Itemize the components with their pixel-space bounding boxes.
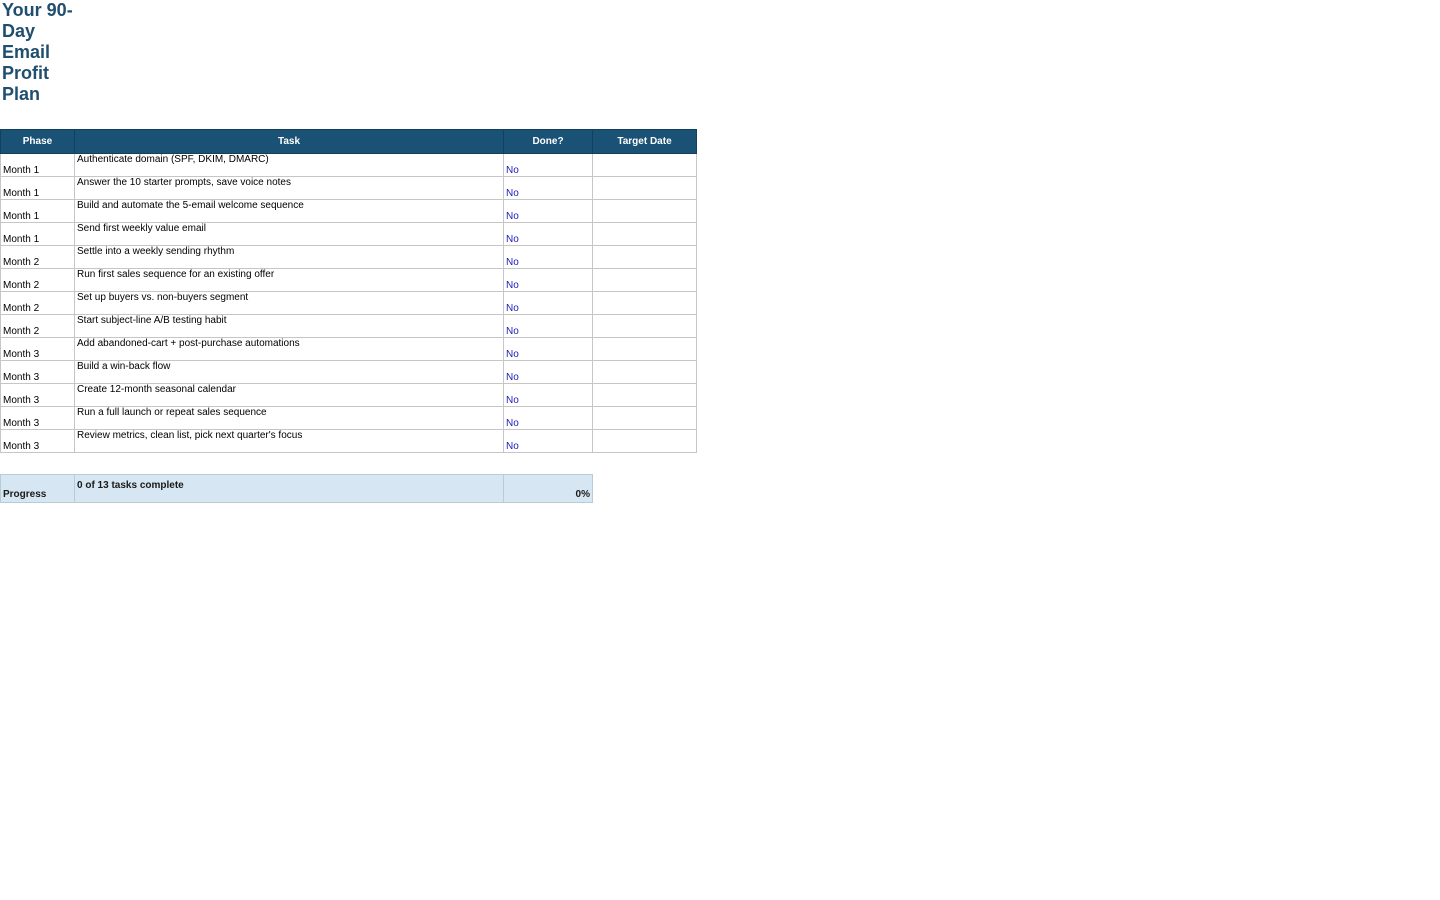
progress-summary: Progress 0 of 13 tasks complete 0% xyxy=(0,474,593,503)
target-date-cell[interactable] xyxy=(592,360,697,384)
phase-cell[interactable]: Month 1 xyxy=(0,222,75,246)
table-row: Month 3 Add abandoned-cart + post-purcha… xyxy=(0,337,697,361)
column-header-done[interactable]: Done? xyxy=(503,129,593,154)
target-date-cell[interactable] xyxy=(592,199,697,223)
table-row: Month 3 Review metrics, clean list, pick… xyxy=(0,429,697,453)
target-date-cell[interactable] xyxy=(592,383,697,407)
table-row: Month 2 Set up buyers vs. non-buyers seg… xyxy=(0,291,697,315)
phase-cell[interactable]: Month 2 xyxy=(0,268,75,292)
task-cell[interactable]: Authenticate domain (SPF, DKIM, DMARC) xyxy=(74,153,504,177)
done-cell[interactable]: No xyxy=(503,429,593,453)
task-cell[interactable]: Send first weekly value email xyxy=(74,222,504,246)
done-cell[interactable]: No xyxy=(503,360,593,384)
task-cell[interactable]: Create 12-month seasonal calendar xyxy=(74,383,504,407)
spreadsheet: Your 90-Day Email Profit Plan Phase Task… xyxy=(0,0,1440,900)
phase-cell[interactable]: Month 3 xyxy=(0,429,75,453)
task-cell[interactable]: Answer the 10 starter prompts, save voic… xyxy=(74,176,504,200)
target-date-cell[interactable] xyxy=(592,268,697,292)
phase-cell[interactable]: Month 1 xyxy=(0,153,75,177)
target-date-cell[interactable] xyxy=(592,406,697,430)
task-cell[interactable]: Settle into a weekly sending rhythm xyxy=(74,245,504,269)
progress-row: Progress 0 of 13 tasks complete 0% xyxy=(0,474,593,503)
done-cell[interactable]: No xyxy=(503,383,593,407)
task-cell[interactable]: Add abandoned-cart + post-purchase autom… xyxy=(74,337,504,361)
table-row: Month 1 Authenticate domain (SPF, DKIM, … xyxy=(0,153,697,177)
target-date-cell[interactable] xyxy=(592,429,697,453)
done-cell[interactable]: No xyxy=(503,314,593,338)
done-cell[interactable]: No xyxy=(503,153,593,177)
table-row: Month 1 Send first weekly value email No xyxy=(0,222,697,246)
table-row: Month 1 Answer the 10 starter prompts, s… xyxy=(0,176,697,200)
progress-summary-text[interactable]: 0 of 13 tasks complete xyxy=(74,474,504,503)
task-cell[interactable]: Start subject-line A/B testing habit xyxy=(74,314,504,338)
done-cell[interactable]: No xyxy=(503,176,593,200)
page-title[interactable]: Your 90-Day Email Profit Plan xyxy=(2,0,78,105)
task-cell[interactable]: Review metrics, clean list, pick next qu… xyxy=(74,429,504,453)
target-date-cell[interactable] xyxy=(592,153,697,177)
target-date-cell[interactable] xyxy=(592,314,697,338)
phase-cell[interactable]: Month 3 xyxy=(0,383,75,407)
done-cell[interactable]: No xyxy=(503,199,593,223)
phase-cell[interactable]: Month 2 xyxy=(0,245,75,269)
table-row: Month 2 Start subject-line A/B testing h… xyxy=(0,314,697,338)
task-table: Phase Task Done? Target Date Month 1 Aut… xyxy=(0,129,697,453)
column-header-task[interactable]: Task xyxy=(74,129,504,154)
table-row: Month 2 Run first sales sequence for an … xyxy=(0,268,697,292)
column-header-target-date[interactable]: Target Date xyxy=(592,129,697,154)
table-row: Month 3 Run a full launch or repeat sale… xyxy=(0,406,697,430)
target-date-cell[interactable] xyxy=(592,245,697,269)
phase-cell[interactable]: Month 1 xyxy=(0,199,75,223)
task-cell[interactable]: Build a win-back flow xyxy=(74,360,504,384)
done-cell[interactable]: No xyxy=(503,222,593,246)
target-date-cell[interactable] xyxy=(592,337,697,361)
done-cell[interactable]: No xyxy=(503,245,593,269)
progress-label[interactable]: Progress xyxy=(0,474,75,503)
task-cell[interactable]: Set up buyers vs. non-buyers segment xyxy=(74,291,504,315)
target-date-cell[interactable] xyxy=(592,176,697,200)
header-row: Phase Task Done? Target Date xyxy=(0,129,697,154)
progress-percent[interactable]: 0% xyxy=(503,474,593,503)
done-cell[interactable]: No xyxy=(503,268,593,292)
table-row: Month 1 Build and automate the 5-email w… xyxy=(0,199,697,223)
phase-cell[interactable]: Month 1 xyxy=(0,176,75,200)
phase-cell[interactable]: Month 2 xyxy=(0,314,75,338)
phase-cell[interactable]: Month 2 xyxy=(0,291,75,315)
done-cell[interactable]: No xyxy=(503,337,593,361)
column-header-phase[interactable]: Phase xyxy=(0,129,75,154)
done-cell[interactable]: No xyxy=(503,406,593,430)
phase-cell[interactable]: Month 3 xyxy=(0,360,75,384)
table-row: Month 3 Build a win-back flow No xyxy=(0,360,697,384)
task-cell[interactable]: Run a full launch or repeat sales sequen… xyxy=(74,406,504,430)
table-row: Month 3 Create 12-month seasonal calenda… xyxy=(0,383,697,407)
target-date-cell[interactable] xyxy=(592,291,697,315)
table-row: Month 2 Settle into a weekly sending rhy… xyxy=(0,245,697,269)
done-cell[interactable]: No xyxy=(503,291,593,315)
task-cell[interactable]: Build and automate the 5-email welcome s… xyxy=(74,199,504,223)
target-date-cell[interactable] xyxy=(592,222,697,246)
phase-cell[interactable]: Month 3 xyxy=(0,337,75,361)
phase-cell[interactable]: Month 3 xyxy=(0,406,75,430)
task-cell[interactable]: Run first sales sequence for an existing… xyxy=(74,268,504,292)
